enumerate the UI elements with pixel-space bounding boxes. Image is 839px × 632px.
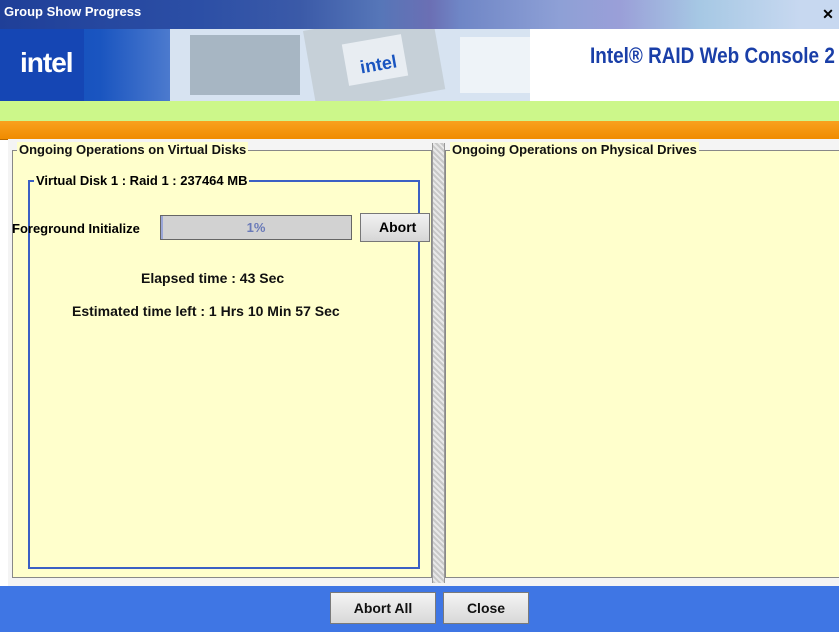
split-divider[interactable] xyxy=(432,143,445,583)
physical-drives-panel: Ongoing Operations on Physical Drives xyxy=(445,142,839,578)
banner: intel intel Intel® RAID Web Console 2 xyxy=(0,29,839,101)
close-button[interactable]: Close xyxy=(443,592,529,624)
title-bar: Group Show Progress ✕ xyxy=(0,0,839,29)
physical-drives-legend: Ongoing Operations on Physical Drives xyxy=(450,142,699,157)
chip-graphic: intel xyxy=(170,29,530,101)
abort-button[interactable]: Abort xyxy=(360,213,430,242)
window-title: Group Show Progress xyxy=(4,4,142,19)
progress-bar: 1% xyxy=(160,215,352,240)
elapsed-time: Elapsed time : 43 Sec xyxy=(141,270,285,286)
progress-text: 1% xyxy=(246,220,266,235)
green-strip xyxy=(0,101,839,121)
logo-text: intel xyxy=(20,47,74,78)
console-title: Intel® RAID Web Console 2 xyxy=(590,43,835,68)
estimated-time: Estimated time left : 1 Hrs 10 Min 57 Se… xyxy=(72,303,340,319)
abort-all-button[interactable]: Abort All xyxy=(330,592,436,624)
close-icon[interactable]: ✕ xyxy=(819,6,837,23)
intel-logo: intel xyxy=(0,29,84,101)
operation-label: Foreground Initialize xyxy=(12,221,140,236)
virtual-disk-legend: Virtual Disk 1 : Raid 1 : 237464 MB xyxy=(34,173,250,188)
orange-strip xyxy=(0,121,839,140)
virtual-disks-legend: Ongoing Operations on Virtual Disks xyxy=(17,142,249,157)
